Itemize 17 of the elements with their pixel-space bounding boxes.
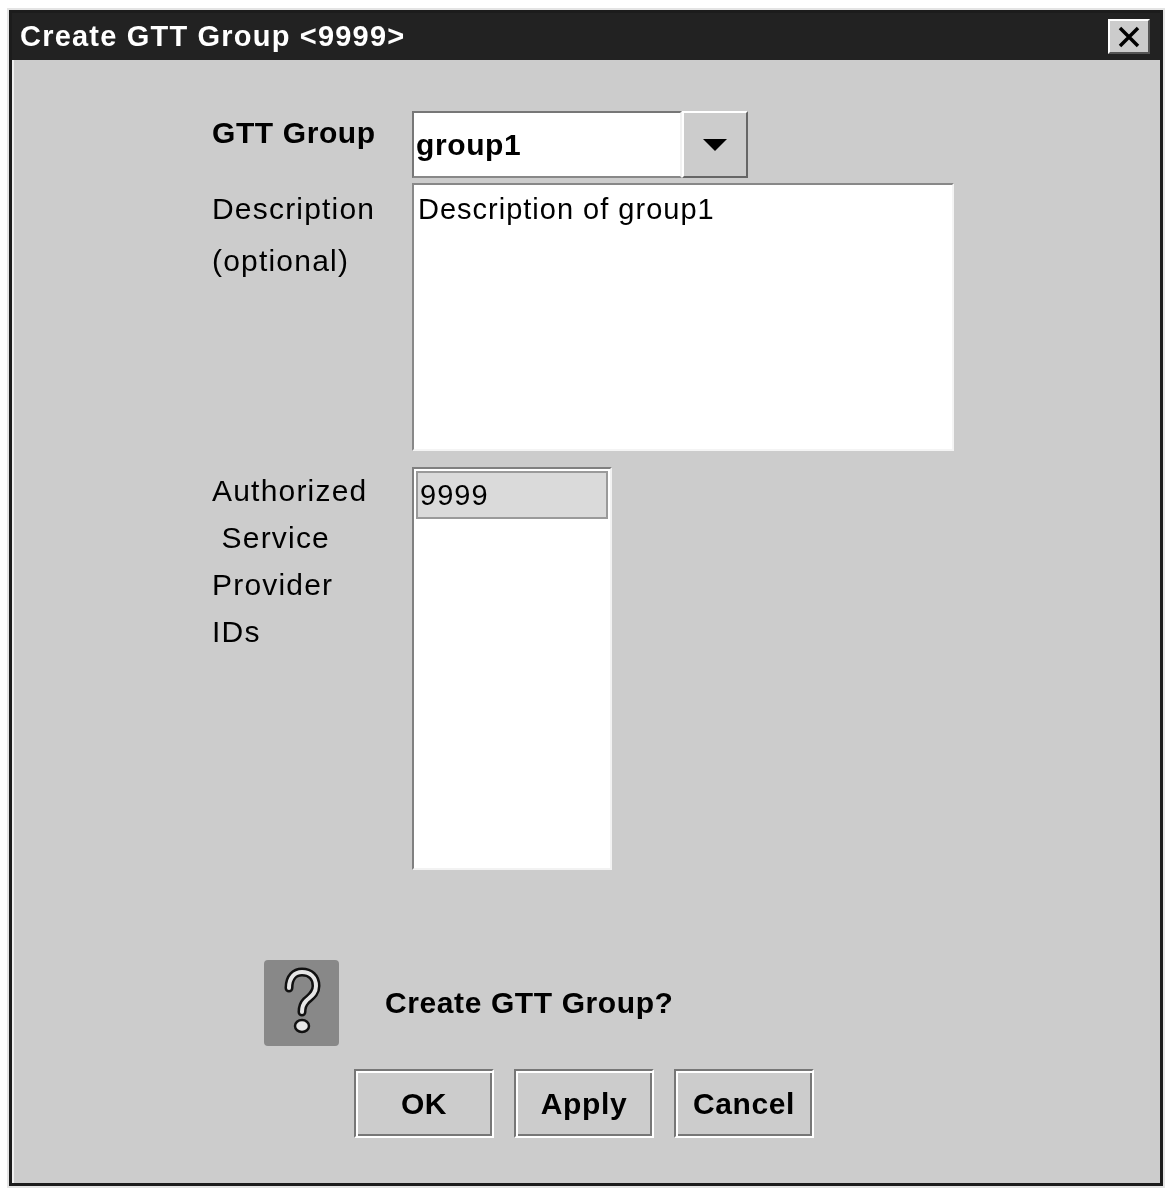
close-icon: [1117, 25, 1141, 48]
field-label: Authorized Service Provider IDs: [212, 473, 368, 650]
list-item[interactable]: 9999: [416, 471, 608, 519]
dropdown-button[interactable]: [682, 111, 748, 178]
field-label: GTT Group: [212, 115, 376, 151]
dialog-button[interactable]: OK: [354, 1069, 494, 1138]
close-button[interactable]: [1108, 19, 1150, 54]
dialog-button[interactable]: Apply: [514, 1069, 654, 1138]
confirmation-message: Create GTT Group?: [385, 986, 674, 1020]
group-select-field[interactable]: group1: [412, 111, 682, 178]
provider-id-list[interactable]: 9999: [412, 467, 612, 870]
question-icon: [264, 960, 339, 1046]
window-title: Create GTT Group <9999>: [20, 20, 406, 53]
dialog-button[interactable]: Cancel: [674, 1069, 814, 1138]
description-field[interactable]: Description of group1: [412, 183, 954, 451]
caret-icon: [703, 138, 727, 151]
field-label: Description (optional): [212, 191, 376, 279]
